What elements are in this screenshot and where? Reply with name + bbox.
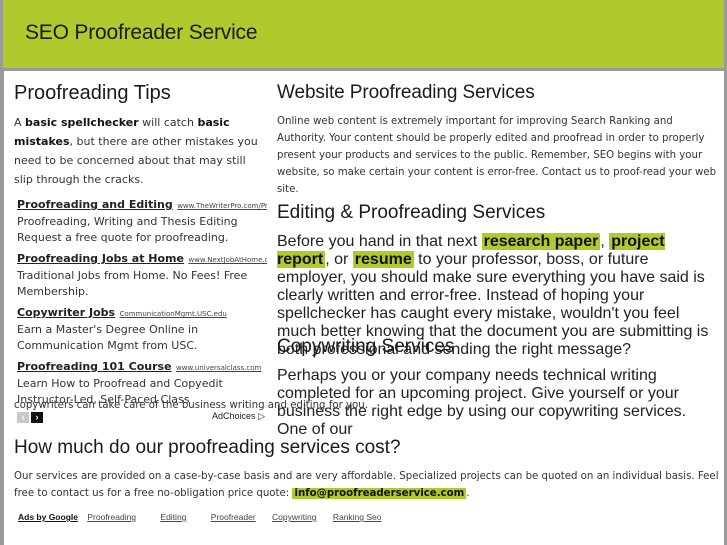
ad-link-editing[interactable]: Editing bbox=[160, 512, 186, 522]
ad-item: Copywriter Jobs CommunicationMgmt.USC.ed… bbox=[14, 304, 267, 354]
google-ads-links: Ads by Google Proofreading Editing Proof… bbox=[18, 512, 396, 522]
ad-link-proofreading[interactable]: Proofreading bbox=[87, 512, 136, 522]
section-copywriting: Copywriting Services Perhaps you or your… bbox=[277, 336, 717, 439]
highlight-research-paper: research paper bbox=[481, 233, 601, 250]
ad-link-ranking-seo[interactable]: Ranking Seo bbox=[333, 512, 382, 522]
intro-text: A bbox=[14, 116, 26, 129]
highlight-resume: resume bbox=[352, 251, 414, 268]
ad-description: Proofreading, Writing and Thesis Editing… bbox=[17, 215, 238, 244]
ads-by-google-link[interactable]: Ads by Google bbox=[18, 512, 78, 522]
section-title: How much do our proofreading services co… bbox=[14, 437, 401, 458]
section-body-continued: copywriters can take care of the busines… bbox=[14, 400, 368, 411]
section-title: Website Proofreading Services bbox=[277, 82, 535, 103]
ad-title-link[interactable]: Proofreading and Editing bbox=[17, 198, 173, 211]
section-title: Copywriting Services bbox=[277, 336, 455, 357]
body-text: , bbox=[600, 233, 610, 250]
body-text: Before you hand in that next bbox=[277, 233, 482, 250]
section-body: Online web content is extremely importan… bbox=[277, 116, 717, 195]
site-title[interactable]: SEO Proofreader Service bbox=[25, 21, 258, 45]
section-body: Our services are provided on a case-by-c… bbox=[14, 468, 719, 502]
ad-title-link[interactable]: Copywriter Jobs bbox=[17, 306, 115, 319]
page-content: Proofreading Tips A basic spellchecker w… bbox=[4, 71, 724, 545]
intro-text: will catch bbox=[138, 116, 198, 129]
ad-url-link[interactable]: CommunicationMgmt.USC.edu bbox=[120, 310, 227, 318]
ad-description: Traditional Jobs from Home. No Fees! Fre… bbox=[17, 269, 248, 298]
sidebar-intro: A basic spellchecker will catch basic mi… bbox=[14, 113, 267, 189]
site-header: SEO Proofreader Service bbox=[3, 0, 724, 68]
ad-url-link[interactable]: www.TheWriterPro.com/Proofreac bbox=[177, 202, 267, 210]
body-text: , or bbox=[325, 251, 353, 268]
ad-title-link[interactable]: Proofreading Jobs at Home bbox=[17, 252, 184, 265]
ad-item: Proofreading and Editing www.TheWriterPr… bbox=[14, 196, 267, 246]
section-cost: How much do our proofreading services co… bbox=[14, 437, 719, 502]
section-website: Website Proofreading Services Online web… bbox=[277, 82, 717, 198]
body-text: . bbox=[466, 488, 470, 499]
ad-title-link[interactable]: Proofreading 101 Course bbox=[17, 360, 172, 373]
email-link[interactable]: info@proofreaderservice.com bbox=[292, 488, 467, 499]
ad-navigation: ‹ › AdChoices ▷ bbox=[14, 411, 267, 428]
sidebar-ad-panel: Proofreading Tips A basic spellchecker w… bbox=[14, 82, 267, 428]
ad-url-link[interactable]: www.NextJobAtHome.com/ bbox=[188, 256, 267, 264]
intro-bold: basic spellchecker bbox=[25, 116, 139, 129]
ad-link-copywriting[interactable]: Copywriting bbox=[272, 512, 316, 522]
ad-item: Proofreading Jobs at Home www.NextJobAtH… bbox=[14, 250, 267, 300]
ad-url-link[interactable]: www.universalclass.com bbox=[176, 364, 261, 372]
section-title: Editing & Proofreading Services bbox=[277, 202, 546, 223]
sidebar-title: Proofreading Tips bbox=[14, 82, 171, 104]
ad-link-proofreader[interactable]: Proofreader bbox=[211, 512, 256, 522]
ad-description: Earn a Master's Degree Online in Communi… bbox=[17, 323, 199, 352]
